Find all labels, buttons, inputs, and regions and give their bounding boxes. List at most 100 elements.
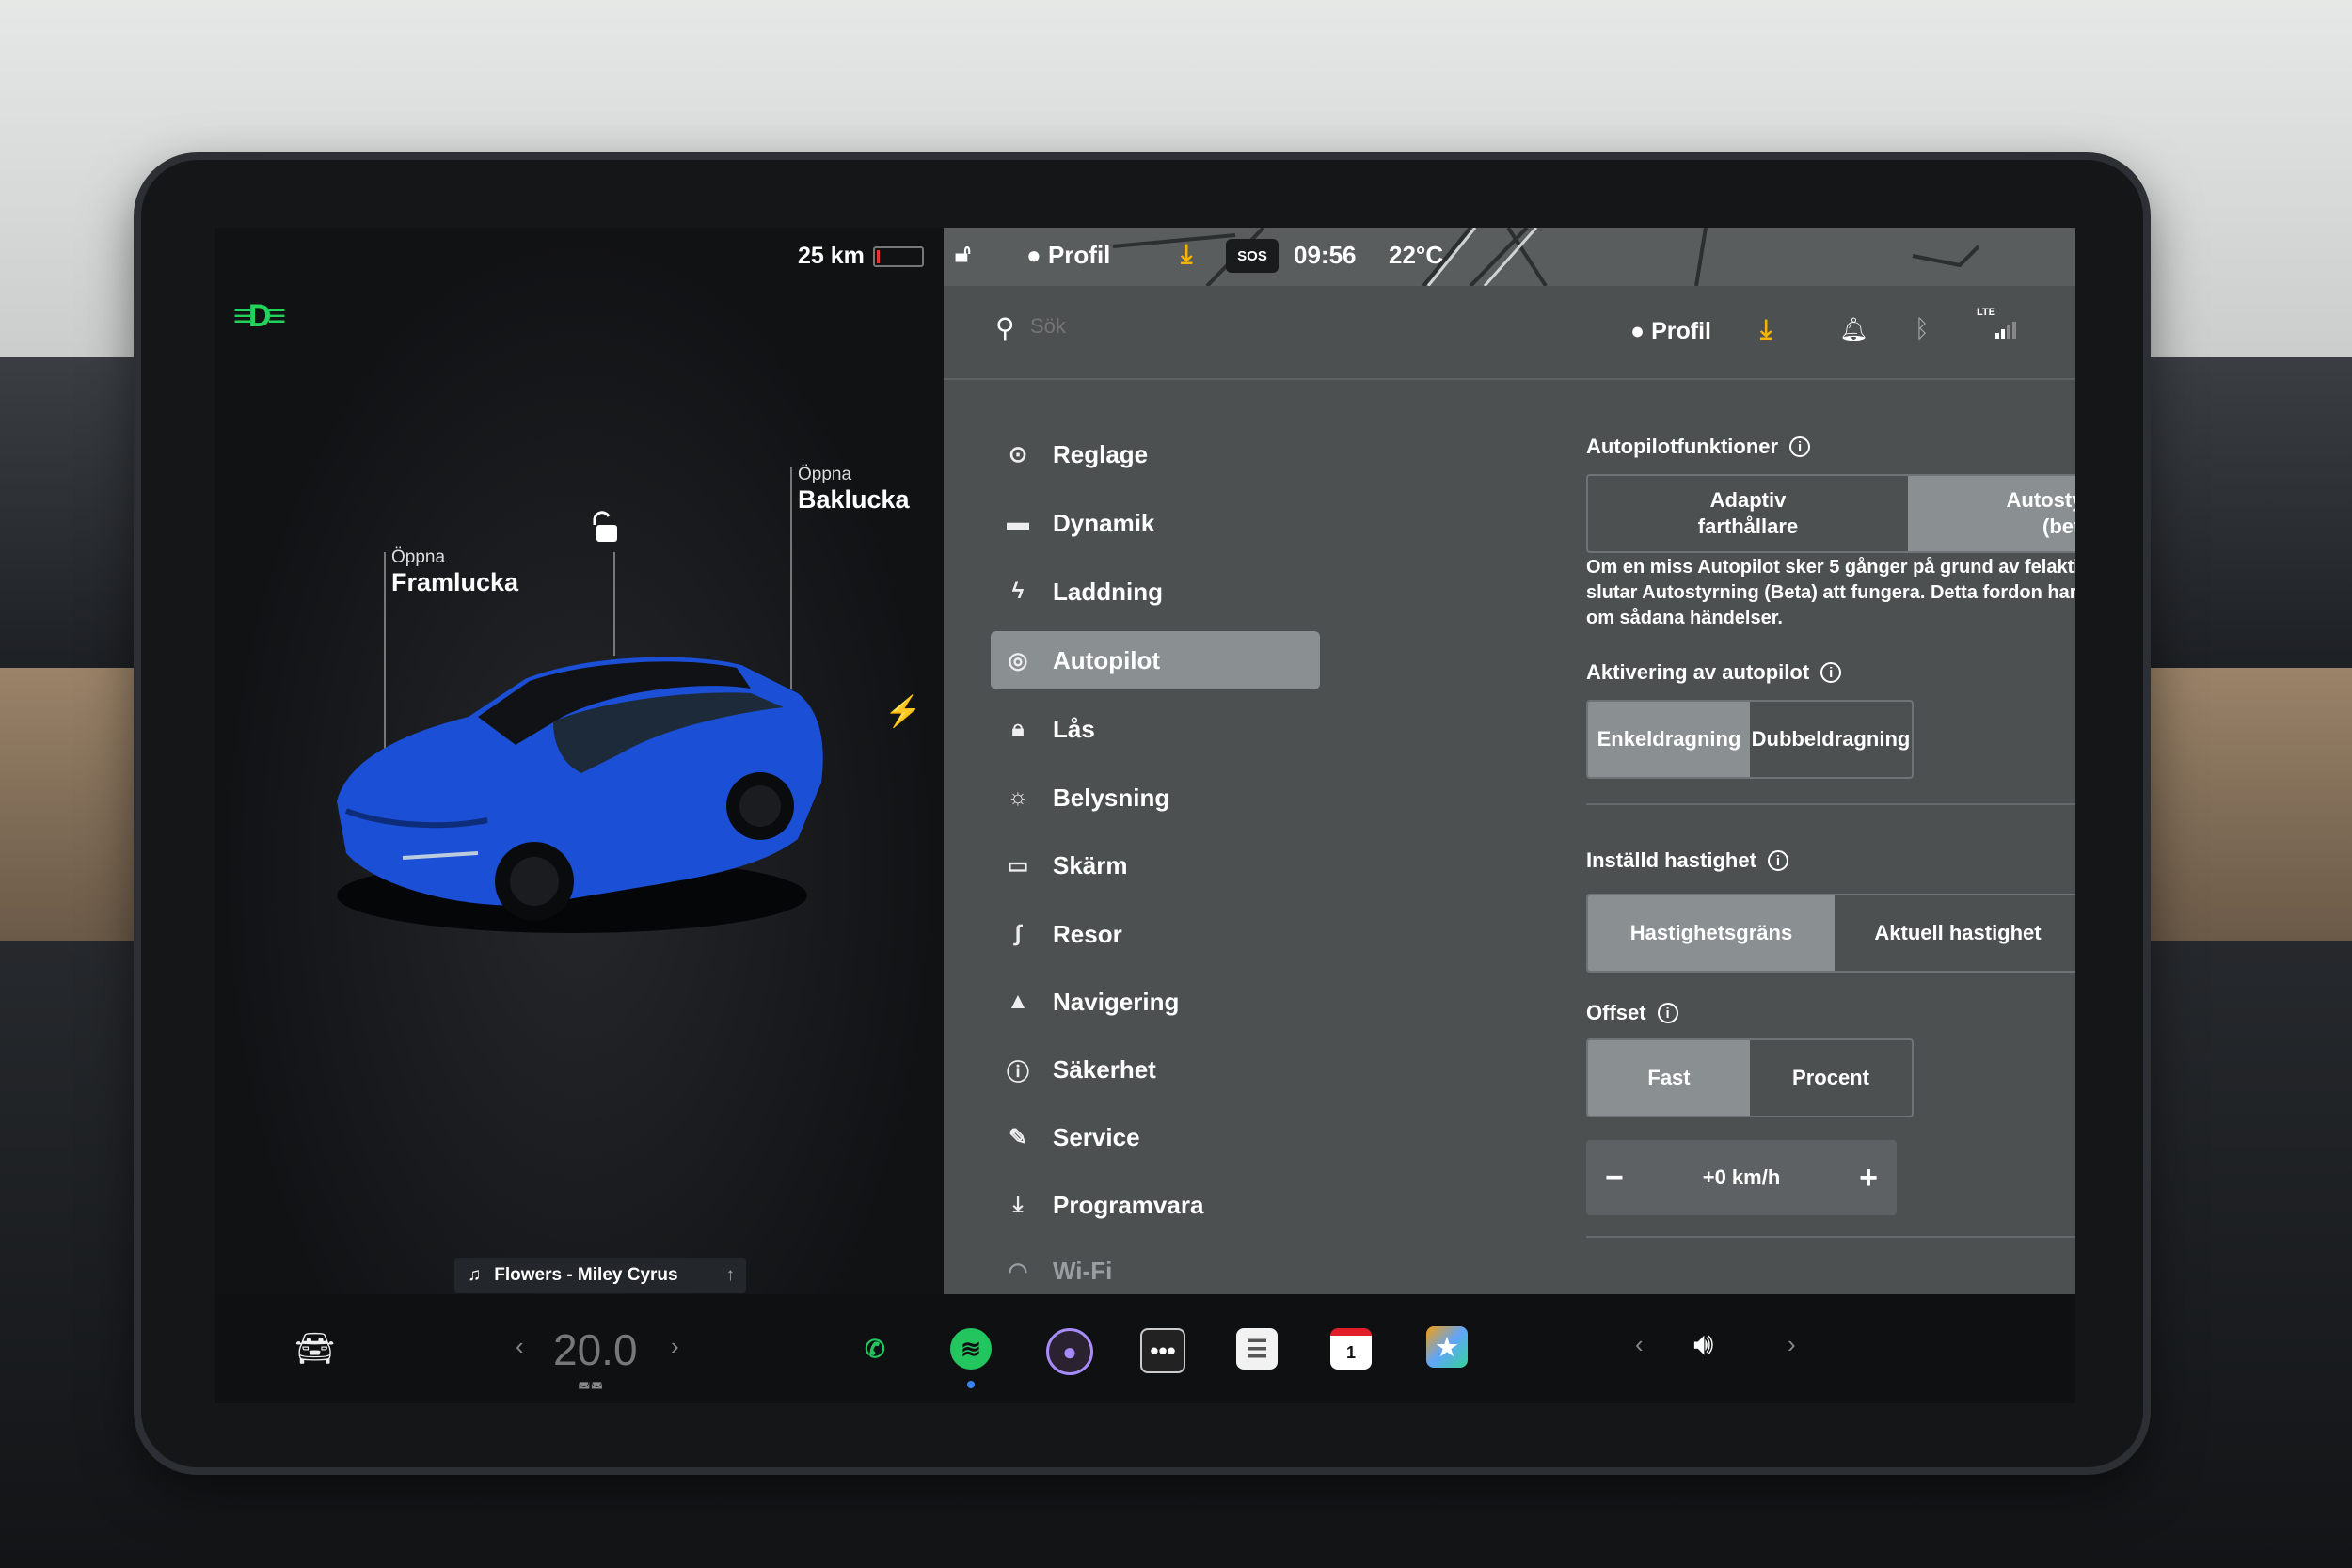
option-speed-limit[interactable]: Hastighetsgräns bbox=[1588, 895, 1835, 971]
headlights-icon: ≡D≡ bbox=[233, 298, 286, 334]
autopilot-activation-title: Aktivering av autopilot i bbox=[1586, 660, 1842, 685]
person-icon: ● bbox=[1630, 318, 1645, 344]
option-adaptive-cruise[interactable]: Adaptiv farthållare bbox=[1588, 476, 1908, 551]
option-autosteer[interactable]: Autostyrning (beta) bbox=[1908, 476, 2075, 551]
offset-title: Offset i bbox=[1586, 1001, 1678, 1025]
cabin-temperature[interactable]: 20.0 bbox=[553, 1324, 638, 1375]
wifi-icon: ◠ bbox=[1008, 1258, 1028, 1284]
phone-icon[interactable]: ✆ bbox=[854, 1328, 896, 1370]
seat-heater-icon[interactable]: ◛◛ bbox=[578, 1373, 603, 1389]
settings-panel: 🔓︎ ● Profil ⤓ SOS 09:56 22°C ⚲ ● Profil … bbox=[944, 228, 2075, 1294]
calendar-icon[interactable]: 1 bbox=[1330, 1328, 1372, 1370]
sos-button[interactable]: SOS bbox=[1226, 239, 1279, 273]
music-note-icon: ♫ bbox=[468, 1265, 482, 1285]
now-playing-text: Flowers - Miley Cyrus bbox=[494, 1265, 678, 1285]
toggle-icon: ⊙ bbox=[1008, 441, 1028, 467]
active-app-indicator bbox=[967, 1381, 975, 1388]
open-frunk-label: Framlucka bbox=[391, 568, 519, 596]
now-playing-bar[interactable]: ♫ Flowers - Miley Cyrus ↑ bbox=[454, 1258, 746, 1293]
menu-item-reglage[interactable]: ⊙ Reglage bbox=[991, 425, 1320, 483]
settings-header: ⚲ ● Profil ⤓ 🔔︎ ᛒ LTE bbox=[944, 286, 2075, 380]
download-icon[interactable]: ⤓ bbox=[1760, 314, 1772, 345]
sun-icon: ☼ bbox=[1008, 784, 1028, 810]
signal-strength-icon bbox=[1995, 320, 2018, 343]
display-icon: ▭ bbox=[1007, 852, 1029, 879]
trips-icon: ∫ bbox=[1014, 921, 1022, 946]
car-controls-icon[interactable]: 🚘︎ bbox=[294, 1330, 335, 1368]
navigation-icon: ▲ bbox=[1007, 989, 1029, 1014]
expand-arrow-icon[interactable]: ↑ bbox=[726, 1265, 736, 1286]
menu-item-service[interactable]: ✎ Service bbox=[991, 1108, 1320, 1166]
section-divider bbox=[1586, 803, 2075, 805]
option-current-speed[interactable]: Aktuell hastighet bbox=[1835, 895, 2075, 971]
section-divider bbox=[1586, 1236, 2075, 1238]
download-update-icon[interactable]: ⤓ bbox=[1181, 239, 1192, 270]
steering-wheel-icon: ◎ bbox=[1008, 647, 1028, 673]
autopilot-features-title: Autopilotfunktioner i bbox=[1586, 435, 1811, 459]
bottom-dock: 🚘︎ ‹ 20.0 ◛◛ › ✆ ≋ ● ••• ☰ 1 ★ ‹ 🔊︎ › bbox=[215, 1294, 2075, 1403]
search-input[interactable] bbox=[1028, 307, 1408, 346]
open-trunk-label: Baklucka bbox=[798, 485, 910, 514]
camera-icon[interactable]: ● bbox=[1046, 1328, 1093, 1375]
touchscreen: ≡D≡ 25 km Öppna Framlucka Öppna Baklucka… bbox=[215, 228, 2075, 1403]
menu-item-sakerhet[interactable]: ⓘ Säkerhet bbox=[991, 1040, 1320, 1099]
menu-item-resor[interactable]: ∫ Resor bbox=[991, 905, 1320, 963]
search-icon[interactable]: ⚲ bbox=[995, 312, 1015, 343]
menu-item-laddning[interactable]: ϟ Laddning bbox=[991, 562, 1320, 621]
map-preview-strip[interactable]: 🔓︎ ● Profil ⤓ SOS 09:56 22°C bbox=[944, 228, 2075, 286]
set-speed-selector: Hastighetsgräns Aktuell hastighet bbox=[1586, 894, 2075, 973]
autopilot-strikeout-description: Om en miss Autopilot sker 5 gånger på gr… bbox=[1586, 557, 2075, 628]
charge-port-icon[interactable]: ⚡ bbox=[884, 693, 922, 729]
info-icon[interactable]: i bbox=[1657, 1003, 1678, 1023]
open-frunk-button[interactable]: Öppna Framlucka bbox=[391, 547, 518, 597]
car-icon: ▬ bbox=[1007, 510, 1029, 535]
option-fixed[interactable]: Fast bbox=[1588, 1040, 1750, 1116]
decrease-offset-button[interactable]: − bbox=[1605, 1160, 1624, 1196]
offset-selector: Fast Procent bbox=[1586, 1038, 1914, 1117]
clock: 09:56 bbox=[1294, 241, 1357, 269]
increase-offset-button[interactable]: + bbox=[1859, 1160, 1878, 1196]
download-icon: ⤓ bbox=[1012, 1192, 1024, 1217]
open-trunk-small-label: Öppna bbox=[798, 465, 852, 484]
autopilot-activation-selector: Enkeldragning Dubbeldragning bbox=[1586, 700, 1914, 779]
more-apps-icon[interactable]: ••• bbox=[1140, 1328, 1185, 1373]
temp-down-chevron-icon[interactable]: ‹ bbox=[516, 1332, 524, 1361]
menu-item-dynamik[interactable]: ▬ Dynamik bbox=[991, 494, 1320, 552]
toybox-icon[interactable]: ★ bbox=[1426, 1326, 1468, 1368]
bluetooth-icon[interactable]: ᛒ bbox=[1915, 314, 1930, 343]
notification-bell-icon[interactable]: 🔔︎ bbox=[1839, 316, 1867, 343]
option-percent[interactable]: Procent bbox=[1750, 1040, 1912, 1116]
spotify-icon[interactable]: ≋ bbox=[950, 1328, 992, 1370]
menu-item-autopilot[interactable]: ◎ Autopilot bbox=[991, 631, 1320, 689]
autopilot-features-selector: Adaptiv farthållare Autostyrning (beta) bbox=[1586, 474, 2075, 553]
volume-icon[interactable]: 🔊︎ bbox=[1693, 1326, 1713, 1363]
car-model-y-image bbox=[337, 657, 823, 933]
profile-button[interactable]: ● Profil bbox=[1630, 318, 1711, 345]
set-speed-title: Inställd hastighet i bbox=[1586, 848, 1788, 873]
info-icon[interactable]: i bbox=[1789, 436, 1811, 457]
option-single-pull[interactable]: Enkeldragning bbox=[1588, 702, 1750, 777]
wrench-icon: ✎ bbox=[1008, 1124, 1028, 1150]
menu-item-navigering[interactable]: ▲ Navigering bbox=[991, 973, 1320, 1031]
menu-item-skarm[interactable]: ▭ Skärm bbox=[991, 836, 1320, 895]
open-trunk-button[interactable]: Öppna Baklucka bbox=[798, 465, 910, 515]
temp-up-chevron-icon[interactable]: › bbox=[671, 1332, 679, 1361]
lock-icon: 🔒︎ bbox=[1011, 716, 1025, 741]
lock-status-icon[interactable]: 🔓︎ bbox=[955, 239, 971, 269]
volume-up-chevron-icon[interactable]: › bbox=[1788, 1330, 1796, 1359]
menu-item-las[interactable]: 🔒︎ Lås bbox=[991, 700, 1320, 758]
offset-value: +0 km/h bbox=[1702, 1165, 1781, 1189]
profile-topbar-button[interactable]: ● Profil bbox=[1026, 241, 1110, 270]
notes-icon[interactable]: ☰ bbox=[1236, 1328, 1278, 1370]
battery-icon bbox=[873, 246, 924, 267]
menu-item-belysning[interactable]: ☼ Belysning bbox=[991, 768, 1320, 827]
menu-item-wifi[interactable]: ◠ Wi-Fi bbox=[991, 1242, 1320, 1300]
info-icon[interactable]: i bbox=[1767, 850, 1788, 871]
info-icon[interactable]: i bbox=[1820, 662, 1842, 683]
option-double-pull[interactable]: Dubbeldragning bbox=[1750, 702, 1912, 777]
menu-item-programvara[interactable]: ⤓ Programvara bbox=[991, 1176, 1320, 1234]
range-readout: 25 km bbox=[798, 243, 865, 269]
unlock-icon[interactable] bbox=[589, 510, 621, 548]
volume-down-chevron-icon[interactable]: ‹ bbox=[1635, 1330, 1644, 1359]
safety-icon: ⓘ bbox=[1007, 1059, 1029, 1085]
